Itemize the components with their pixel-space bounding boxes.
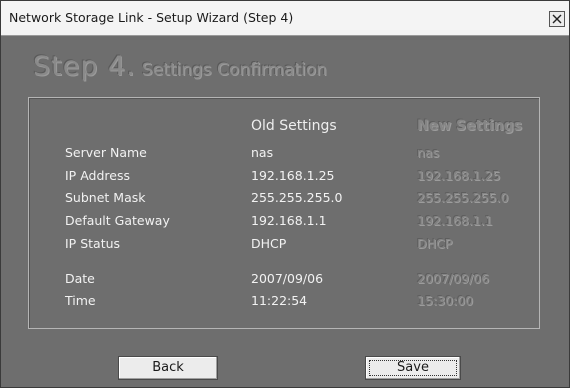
row-label: Time <box>65 293 96 308</box>
setup-wizard-window: Network Storage Link - Setup Wizard (Ste… <box>0 0 570 388</box>
old-value: DHCP <box>251 236 287 251</box>
new-settings-header: New Settings <box>417 118 523 134</box>
back-button[interactable]: Back <box>118 356 218 380</box>
new-value: 255.255.255.0 <box>417 190 509 205</box>
row-label: IP Status <box>65 236 121 251</box>
step-heading: Step 4. Settings Confirmation <box>33 51 327 82</box>
new-value: DHCP <box>417 236 453 251</box>
save-button[interactable]: Save <box>365 356 461 380</box>
new-value: nas <box>417 145 440 160</box>
row-label: Date <box>65 271 95 286</box>
new-value: 192.168.1.25 <box>417 168 501 183</box>
new-value: 2007/09/06 <box>417 271 490 286</box>
old-value: 11:22:54 <box>251 293 308 308</box>
new-value: 15:30:00 <box>417 293 474 308</box>
save-button-label: Save <box>397 360 429 375</box>
row-label: Default Gateway <box>65 213 170 228</box>
old-value: 255.255.255.0 <box>251 190 343 205</box>
old-value: 192.168.1.25 <box>251 168 335 183</box>
row-label: Server Name <box>65 145 147 160</box>
step-title: Settings Confirmation <box>141 60 327 80</box>
old-settings-header: Old Settings <box>251 118 337 134</box>
old-value: 2007/09/06 <box>251 271 324 286</box>
old-value: nas <box>251 145 274 160</box>
title-bar: Network Storage Link - Setup Wizard (Ste… <box>1 1 569 36</box>
close-button[interactable] <box>549 11 565 27</box>
step-number: Step 4. <box>33 51 136 82</box>
window-title: Network Storage Link - Setup Wizard (Ste… <box>9 10 294 25</box>
old-value: 192.168.1.1 <box>251 213 327 228</box>
row-label: Subnet Mask <box>65 190 146 205</box>
new-value: 192.168.1.1 <box>417 213 493 228</box>
close-icon <box>552 14 562 24</box>
row-label: IP Address <box>65 168 130 183</box>
